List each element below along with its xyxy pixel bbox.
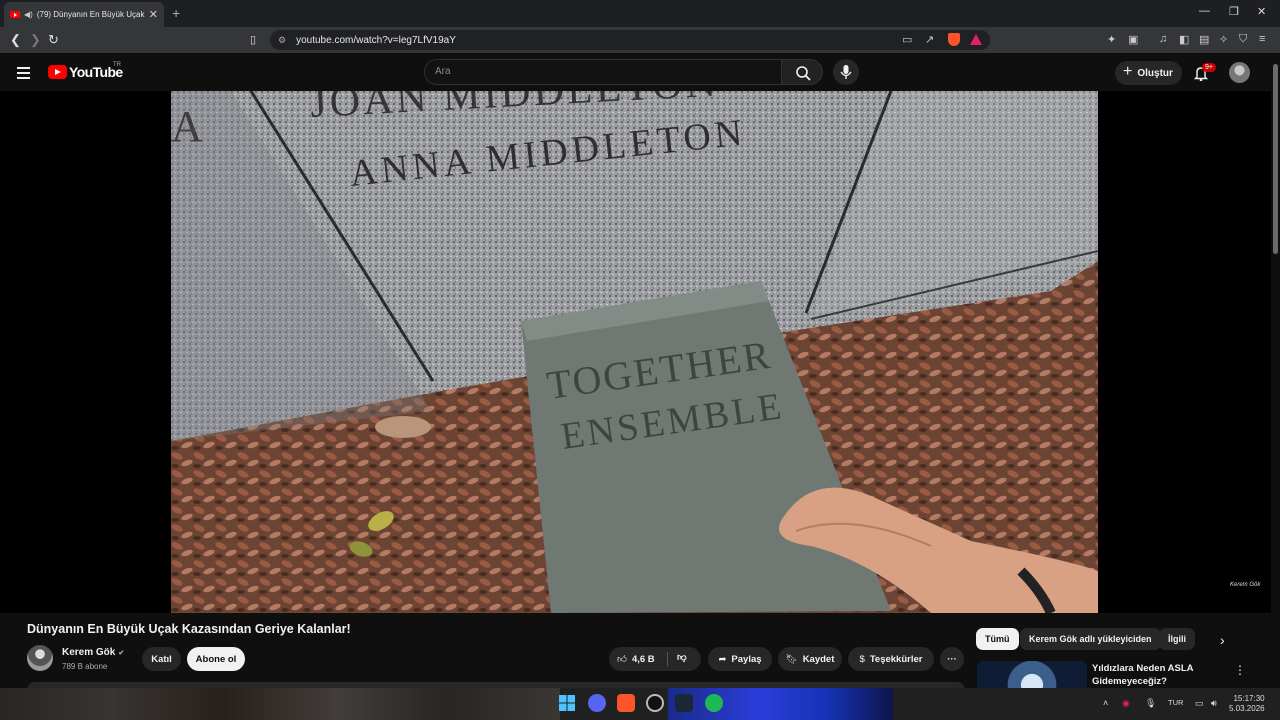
network-icon[interactable]: ▭	[1195, 698, 1204, 709]
engraving-left-letter: A	[171, 102, 203, 151]
voice-search-button[interactable]	[833, 59, 859, 85]
browser-toolbar: ❮ ❯ ↻ ▯ ⚙ youtube.com/watch?v=leg7LfV19a…	[0, 27, 1280, 53]
scrollbar-thumb[interactable]	[1273, 64, 1278, 254]
thanks-button[interactable]: $ Teşekkürler	[848, 647, 934, 671]
bookmark-icon[interactable]: ▯	[250, 33, 256, 46]
more-actions-icon: ···	[947, 653, 957, 665]
video-title: Dünyanın En Büyük Uçak Kazasından Geriye…	[27, 622, 351, 636]
brave-browser-icon[interactable]	[617, 694, 635, 712]
chip-all[interactable]: Tümü	[976, 628, 1019, 650]
new-tab-icon[interactable]: +	[172, 5, 180, 21]
discord-icon[interactable]	[588, 694, 606, 712]
wallet-icon[interactable]: ▤	[1199, 33, 1209, 46]
headset-icon[interactable]: ◉	[1122, 698, 1130, 709]
sidebar-icon[interactable]: ◧	[1179, 33, 1189, 46]
share-icon: ➦	[718, 653, 727, 665]
search-icon	[796, 66, 811, 81]
notification-badge: 9+	[1202, 63, 1216, 72]
media-icon[interactable]: ♫	[1159, 33, 1167, 45]
clock-time: 15:17:30	[1233, 694, 1265, 703]
windows-start-icon[interactable]	[558, 694, 576, 712]
clock-date: 5.03.2026	[1229, 704, 1265, 713]
extensions-icon[interactable]: ✦	[1107, 33, 1116, 46]
menu-icon[interactable]: ≡	[1259, 33, 1265, 45]
vpn-icon[interactable]: ⛉	[1239, 33, 1247, 46]
more-actions-button[interactable]: ···	[940, 647, 964, 671]
address-bar[interactable]: ⚙ youtube.com/watch?v=leg7LfV19aY	[270, 30, 990, 50]
account-avatar[interactable]	[1229, 62, 1250, 83]
browser-tab-bar: ◀) (79) Dünyanın En Büyük Uçak ✕ + — ❐ ✕	[0, 0, 1280, 27]
site-settings-icon[interactable]: ⚙	[278, 35, 286, 46]
like-divider	[667, 652, 668, 666]
speaker-icon[interactable]: ◀)	[24, 10, 33, 19]
recommended-video-thumbnail[interactable]	[977, 661, 1087, 691]
search-button[interactable]	[781, 59, 823, 85]
recommended-more-icon[interactable]: ⋮	[1234, 663, 1246, 677]
channel-name-text[interactable]: Kerem Gök	[62, 647, 115, 658]
spotify-icon[interactable]	[705, 694, 723, 712]
like-icon[interactable]: 👍︎	[617, 653, 627, 665]
verified-check-icon: ✔	[118, 650, 125, 657]
join-button[interactable]: Katıl	[142, 647, 181, 671]
share-button[interactable]: ➦ Paylaş	[708, 647, 772, 671]
tab-title: (79) Dünyanın En Büyük Uçak	[36, 10, 145, 19]
subscriber-count: 789 B abone	[62, 662, 108, 671]
browser-tab-youtube[interactable]: ◀) (79) Dünyanın En Büyük Uçak ✕	[4, 2, 164, 27]
youtube-favicon-icon	[10, 11, 20, 18]
url-text: youtube.com/watch?v=leg7LfV19aY	[296, 34, 456, 46]
volume-icon[interactable]: 🔊︎	[1211, 698, 1217, 709]
chevron-right-icon[interactable]: ›	[1220, 632, 1225, 648]
super-thanks-icon: $	[859, 653, 865, 665]
reload-icon[interactable]: ↻	[48, 32, 59, 48]
screenshot-icon[interactable]: ▣	[1128, 33, 1138, 46]
country-code: TR	[113, 62, 121, 68]
tray-microphone-icon[interactable]: 🎙︎	[1145, 698, 1156, 709]
youtube-header: YouTube TR Ara + Oluştur 9+	[0, 53, 1280, 91]
video-watermark: Kerem Gök	[1230, 582, 1261, 588]
microphone-icon	[840, 65, 852, 79]
minimize-icon[interactable]: —	[1199, 5, 1210, 17]
close-tab-icon[interactable]: ✕	[149, 8, 158, 21]
chip-related[interactable]: İlgili	[1159, 628, 1195, 650]
taskbar-wallpaper-region	[0, 688, 560, 720]
brave-shields-icon[interactable]	[948, 33, 960, 46]
forward-icon[interactable]: ❯	[30, 32, 41, 48]
youtube-logo-icon[interactable]	[48, 65, 67, 79]
cast-icon[interactable]: ▭	[902, 33, 912, 46]
thanks-label: Teşekkürler	[869, 653, 923, 665]
dislike-icon[interactable]: 👎︎	[677, 651, 687, 663]
steam-icon[interactable]	[675, 694, 693, 712]
save-bookmark-icon: 🔖︎	[785, 653, 798, 665]
search-input[interactable]: Ara	[424, 59, 782, 85]
subscribe-button[interactable]: Abone ol	[187, 647, 245, 671]
share-page-icon[interactable]: ↗	[925, 33, 934, 46]
like-count[interactable]: 4,6 B	[632, 654, 655, 665]
video-frame[interactable]: JOAN MIDDLETON ANNA MIDDLETON A TOGETHER…	[171, 91, 1098, 613]
tray-overflow-icon[interactable]: ˄	[1103, 698, 1108, 708]
obs-icon[interactable]	[646, 694, 664, 712]
channel-name[interactable]: Kerem Gök ✔	[62, 647, 124, 658]
save-button[interactable]: 🔖︎ Kaydet	[778, 647, 842, 671]
window-close-icon[interactable]: ✕	[1257, 5, 1266, 18]
restore-icon[interactable]: ❐	[1229, 5, 1239, 18]
like-dislike-group: 👍︎ 4,6 B 👎︎	[609, 647, 701, 671]
create-label: Oluştur	[1137, 67, 1173, 79]
leo-ai-icon[interactable]: ✧	[1219, 33, 1228, 46]
plus-icon: +	[1123, 63, 1133, 80]
brave-rewards-icon[interactable]	[970, 34, 982, 45]
taskbar-glow	[668, 688, 893, 720]
back-icon[interactable]: ❮	[10, 32, 21, 48]
input-language[interactable]: TUR	[1168, 698, 1183, 707]
guide-menu-icon[interactable]	[17, 67, 30, 82]
save-label: Kaydet	[802, 653, 835, 665]
video-still-image: JOAN MIDDLETON ANNA MIDDLETON A TOGETHER…	[171, 91, 1098, 613]
create-button[interactable]: + Oluştur	[1115, 61, 1182, 85]
chip-from-uploader[interactable]: Kerem Gök adlı yükleyiciden	[1020, 628, 1161, 650]
share-label: Paylaş	[731, 653, 762, 665]
recommended-video-title[interactable]: Yıldızlara Neden ASLA Gidemeyeceğiz?	[1092, 662, 1222, 688]
system-clock[interactable]: 15:17:30 5.03.2026	[1229, 694, 1265, 714]
channel-avatar[interactable]	[27, 645, 53, 671]
windows-taskbar: ˄ ◉ 🎙︎ TUR ▭ 🔊︎ 15:17:30 5.03.2026	[0, 688, 1280, 720]
video-player[interactable]: JOAN MIDDLETON ANNA MIDDLETON A TOGETHER…	[0, 91, 1271, 613]
